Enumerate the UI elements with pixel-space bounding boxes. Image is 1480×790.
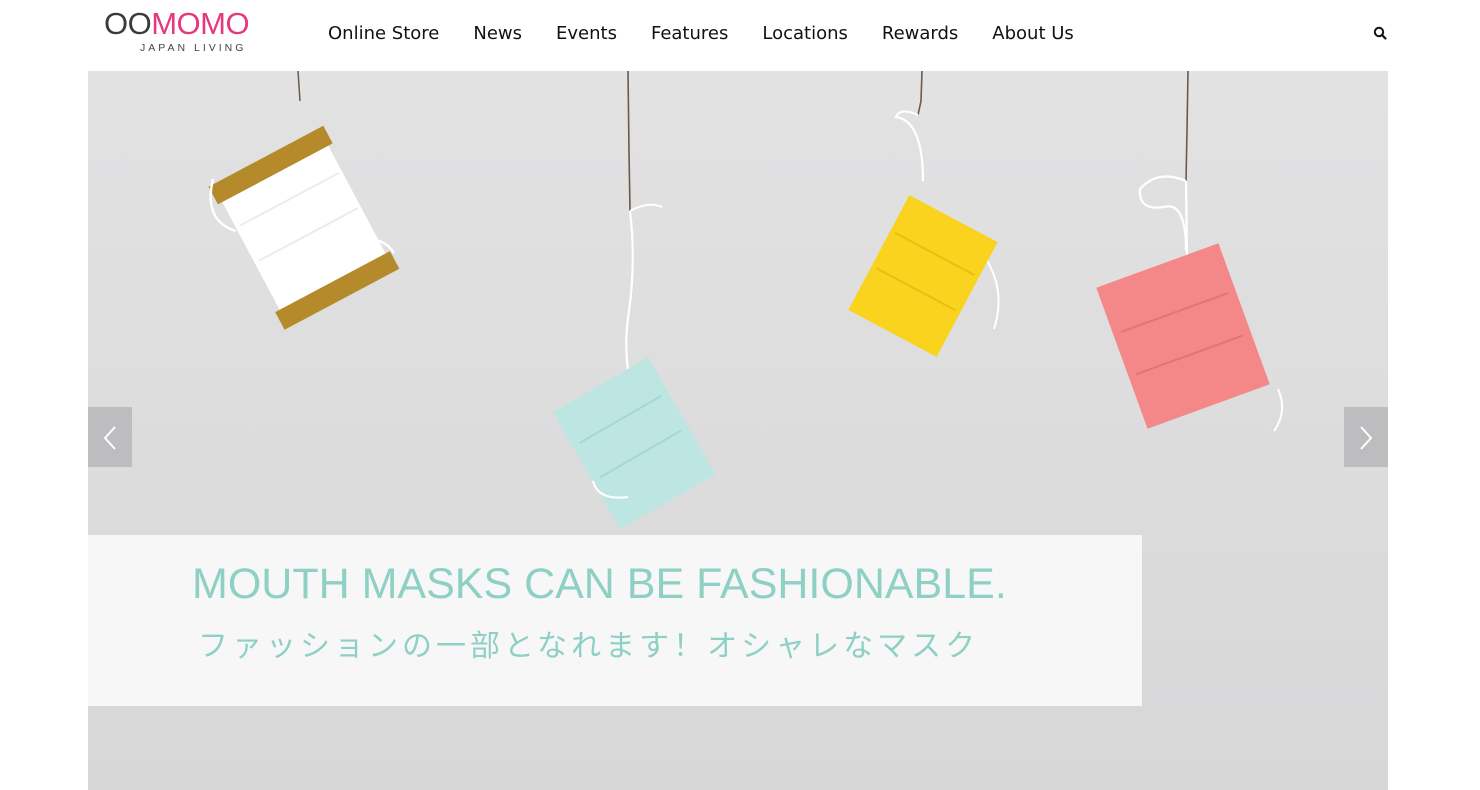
nav-locations[interactable]: Locations (762, 22, 848, 46)
nav-rewards[interactable]: Rewards (882, 22, 958, 46)
logo-wordmark: OOMOMO (104, 6, 250, 41)
hero-headline: MOUTH MASKS CAN BE FASHIONABLE. (192, 560, 1007, 608)
site-header: OOMOMO JAPAN LIVING Online Store News Ev… (0, 0, 1480, 71)
nav-features[interactable]: Features (651, 22, 728, 46)
search-icon (1373, 26, 1387, 40)
hero-subheadline: ファッションの一部となれます！オシャレなマスク (198, 629, 980, 664)
site-logo[interactable]: OOMOMO JAPAN LIVING (104, 8, 274, 60)
search-button[interactable] (1372, 25, 1390, 43)
chevron-right-icon (1360, 426, 1373, 450)
nav-events[interactable]: Events (556, 22, 617, 46)
slider-next-button[interactable] (1344, 407, 1388, 467)
chevron-left-icon (103, 426, 116, 450)
slider-prev-button[interactable] (88, 407, 132, 467)
logo-tagline: JAPAN LIVING (140, 42, 247, 54)
hero-caption: MOUTH MASKS CAN BE FASHIONABLE. ファッションの一… (88, 535, 1142, 706)
nav-online-store[interactable]: Online Store (328, 22, 439, 46)
nav-news[interactable]: News (473, 22, 522, 46)
hero-slider: MOUTH MASKS CAN BE FASHIONABLE. ファッションの一… (88, 71, 1388, 790)
nav-about-us[interactable]: About Us (992, 22, 1074, 46)
logo-text-oo: OO (104, 6, 152, 41)
main-nav: Online Store News Events Features Locati… (328, 22, 1108, 46)
logo-text-momo: MOMO (151, 6, 250, 41)
